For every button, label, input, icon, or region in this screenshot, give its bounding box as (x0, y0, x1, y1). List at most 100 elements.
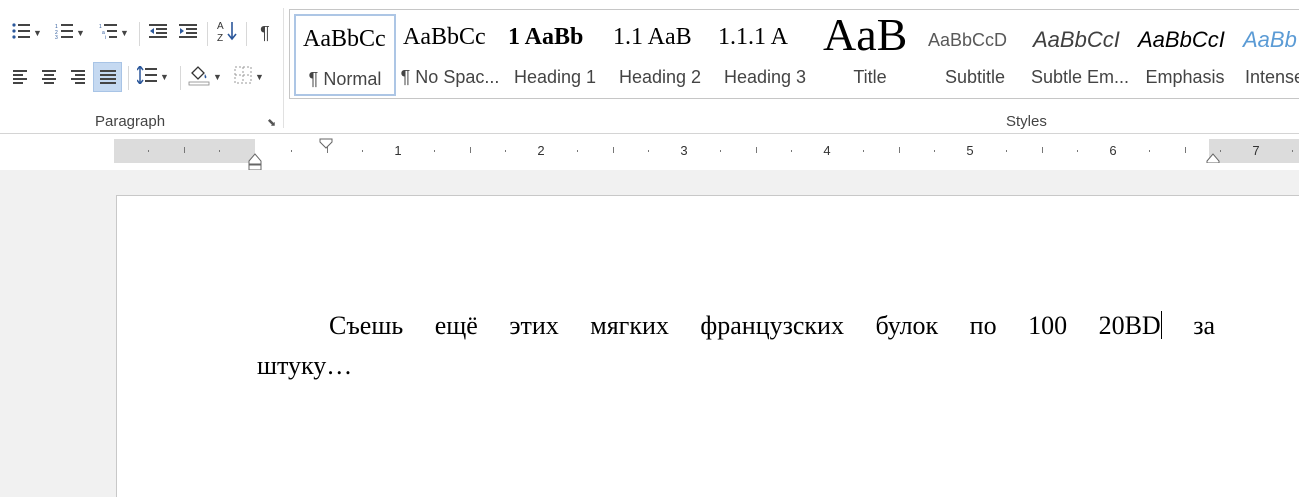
paragraph-line-1[interactable]: Съешь ещё этих мягких французских булок … (257, 311, 1215, 341)
svg-text:3: 3 (55, 35, 58, 39)
styles-gallery: AaBbCc ¶ Normal AaBbCc ¶ No Spac... 1 Aa… (289, 9, 1299, 99)
style-sample: AaBbCcD (928, 30, 1008, 50)
align-right-icon (69, 70, 85, 84)
style-heading-2[interactable]: 1.1 AaB Heading 2 (609, 14, 711, 96)
bullets-icon (12, 22, 31, 44)
word: 100 (1028, 311, 1068, 340)
sort-button[interactable]: AZ (212, 18, 242, 48)
style-subtle-emphasis[interactable]: AaBbCcI Subtle Em... (1029, 14, 1131, 96)
chevron-down-icon[interactable]: ▼ (120, 28, 129, 38)
multilevel-list-icon: 1ai (99, 23, 118, 44)
style-name: ¶ No Spac... (400, 67, 500, 87)
increase-indent-icon (179, 23, 197, 43)
ruler-tick (1220, 150, 1222, 152)
borders-button[interactable]: ▼ (228, 62, 270, 92)
ruler-number: 5 (966, 143, 974, 158)
align-right-button[interactable] (64, 62, 90, 92)
decrease-indent-button[interactable] (144, 18, 172, 48)
ruler-tick (1005, 150, 1007, 152)
ruler-tick (362, 150, 364, 152)
line-spacing-icon (136, 64, 158, 89)
group-divider (283, 8, 284, 128)
horizontal-ruler[interactable]: 1 2 3 4 5 6 7 (114, 138, 1299, 171)
divider (128, 66, 129, 90)
chevron-down-icon[interactable]: ▼ (160, 72, 169, 82)
ruler-tick (612, 147, 614, 153)
style-intense-emphasis[interactable]: AaBb Intense (1239, 14, 1299, 96)
divider (246, 22, 247, 46)
ruler-number: 6 (1109, 143, 1117, 158)
hanging-indent-marker[interactable] (248, 151, 262, 171)
word: 20BD (1098, 311, 1162, 340)
style-sample: 1.1 AaB (613, 24, 692, 50)
style-sample: AaB (823, 14, 908, 60)
style-sample: AaBbCc (303, 26, 386, 52)
first-line-indent-marker[interactable] (319, 138, 333, 150)
word: ещё (434, 311, 478, 340)
chevron-down-icon[interactable]: ▼ (255, 72, 264, 82)
word: булок (875, 311, 939, 340)
word-window: ▼ 123 ▼ 1ai ▼ AZ ¶ ▼ ▼ ▼ Paragraph ⬊ AaB… (0, 0, 1299, 497)
chevron-down-icon[interactable]: ▼ (213, 72, 222, 82)
align-center-icon (41, 70, 57, 84)
style-sample: 1 AaBb (508, 24, 584, 50)
right-indent-marker[interactable] (1206, 151, 1220, 163)
align-center-button[interactable] (36, 62, 62, 92)
ruler-tick (505, 150, 507, 152)
ruler-tick (755, 147, 757, 153)
svg-text:i: i (105, 35, 106, 39)
chevron-down-icon[interactable]: ▼ (33, 28, 42, 38)
ruler-tick (719, 150, 721, 152)
paragraph-line-2[interactable]: штуку… (257, 351, 352, 381)
sort-icon: AZ (217, 20, 237, 47)
ruler-number: 2 (537, 143, 545, 158)
word: по (969, 311, 997, 340)
style-name: Heading 3 (723, 67, 807, 87)
ruler-tick (219, 150, 221, 152)
multilevel-list-button[interactable]: 1ai ▼ (94, 18, 134, 48)
style-heading-3[interactable]: 1.1.1 A Heading 3 (714, 14, 816, 96)
ruler-tick (934, 150, 936, 152)
styles-group-label: Styles (1006, 113, 1047, 130)
ruler-tick (1184, 147, 1186, 153)
style-name: Title (853, 67, 887, 87)
chevron-down-icon[interactable]: ▼ (76, 28, 85, 38)
numbering-button[interactable]: 123 ▼ (50, 18, 90, 48)
style-name: ¶ Normal (308, 69, 382, 89)
style-title[interactable]: AaB Title (819, 14, 921, 96)
ruler-tick (1077, 150, 1079, 152)
style-heading-1[interactable]: 1 AaBb Heading 1 (504, 14, 606, 96)
ruler-number: 3 (680, 143, 688, 158)
paint-bucket-icon (188, 64, 210, 91)
style-sample: AaBbCcI (1033, 27, 1120, 52)
style-no-spacing[interactable]: AaBbCc ¶ No Spac... (399, 14, 501, 96)
align-left-button[interactable] (8, 62, 34, 92)
style-name: Subtitle (944, 67, 1006, 87)
ruler-tick (791, 150, 793, 152)
style-name: Heading 2 (618, 67, 702, 87)
style-subtitle[interactable]: AaBbCcD Subtitle (924, 14, 1026, 96)
svg-text:A: A (217, 21, 224, 32)
bullets-button[interactable]: ▼ (8, 18, 46, 48)
justify-icon (99, 70, 116, 84)
paragraph-dialog-launcher-icon[interactable]: ⬊ (267, 116, 276, 129)
document-page[interactable]: Съешь ещё этих мягких французских булок … (116, 195, 1299, 497)
ruler-tick (862, 150, 864, 152)
text-cursor (1160, 311, 1162, 339)
style-emphasis[interactable]: AaBbCcI Emphasis (1134, 14, 1236, 96)
ruler-tick (433, 150, 435, 152)
divider (180, 66, 181, 90)
ruler-number: 4 (823, 143, 831, 158)
ruler-tick (576, 150, 578, 152)
shading-button[interactable]: ▼ (184, 62, 226, 92)
align-left-icon (13, 70, 29, 84)
ruler-left-margin (114, 139, 255, 163)
show-formatting-marks-button[interactable]: ¶ (251, 18, 279, 48)
pilcrow-icon: ¶ (260, 22, 270, 43)
increase-indent-button[interactable] (174, 18, 202, 48)
ruler-tick (1041, 147, 1043, 153)
ruler-number: 1 (394, 143, 402, 158)
style-normal[interactable]: AaBbCc ¶ Normal (294, 14, 396, 96)
line-spacing-button[interactable]: ▼ (132, 62, 174, 92)
justify-button[interactable] (93, 62, 122, 92)
